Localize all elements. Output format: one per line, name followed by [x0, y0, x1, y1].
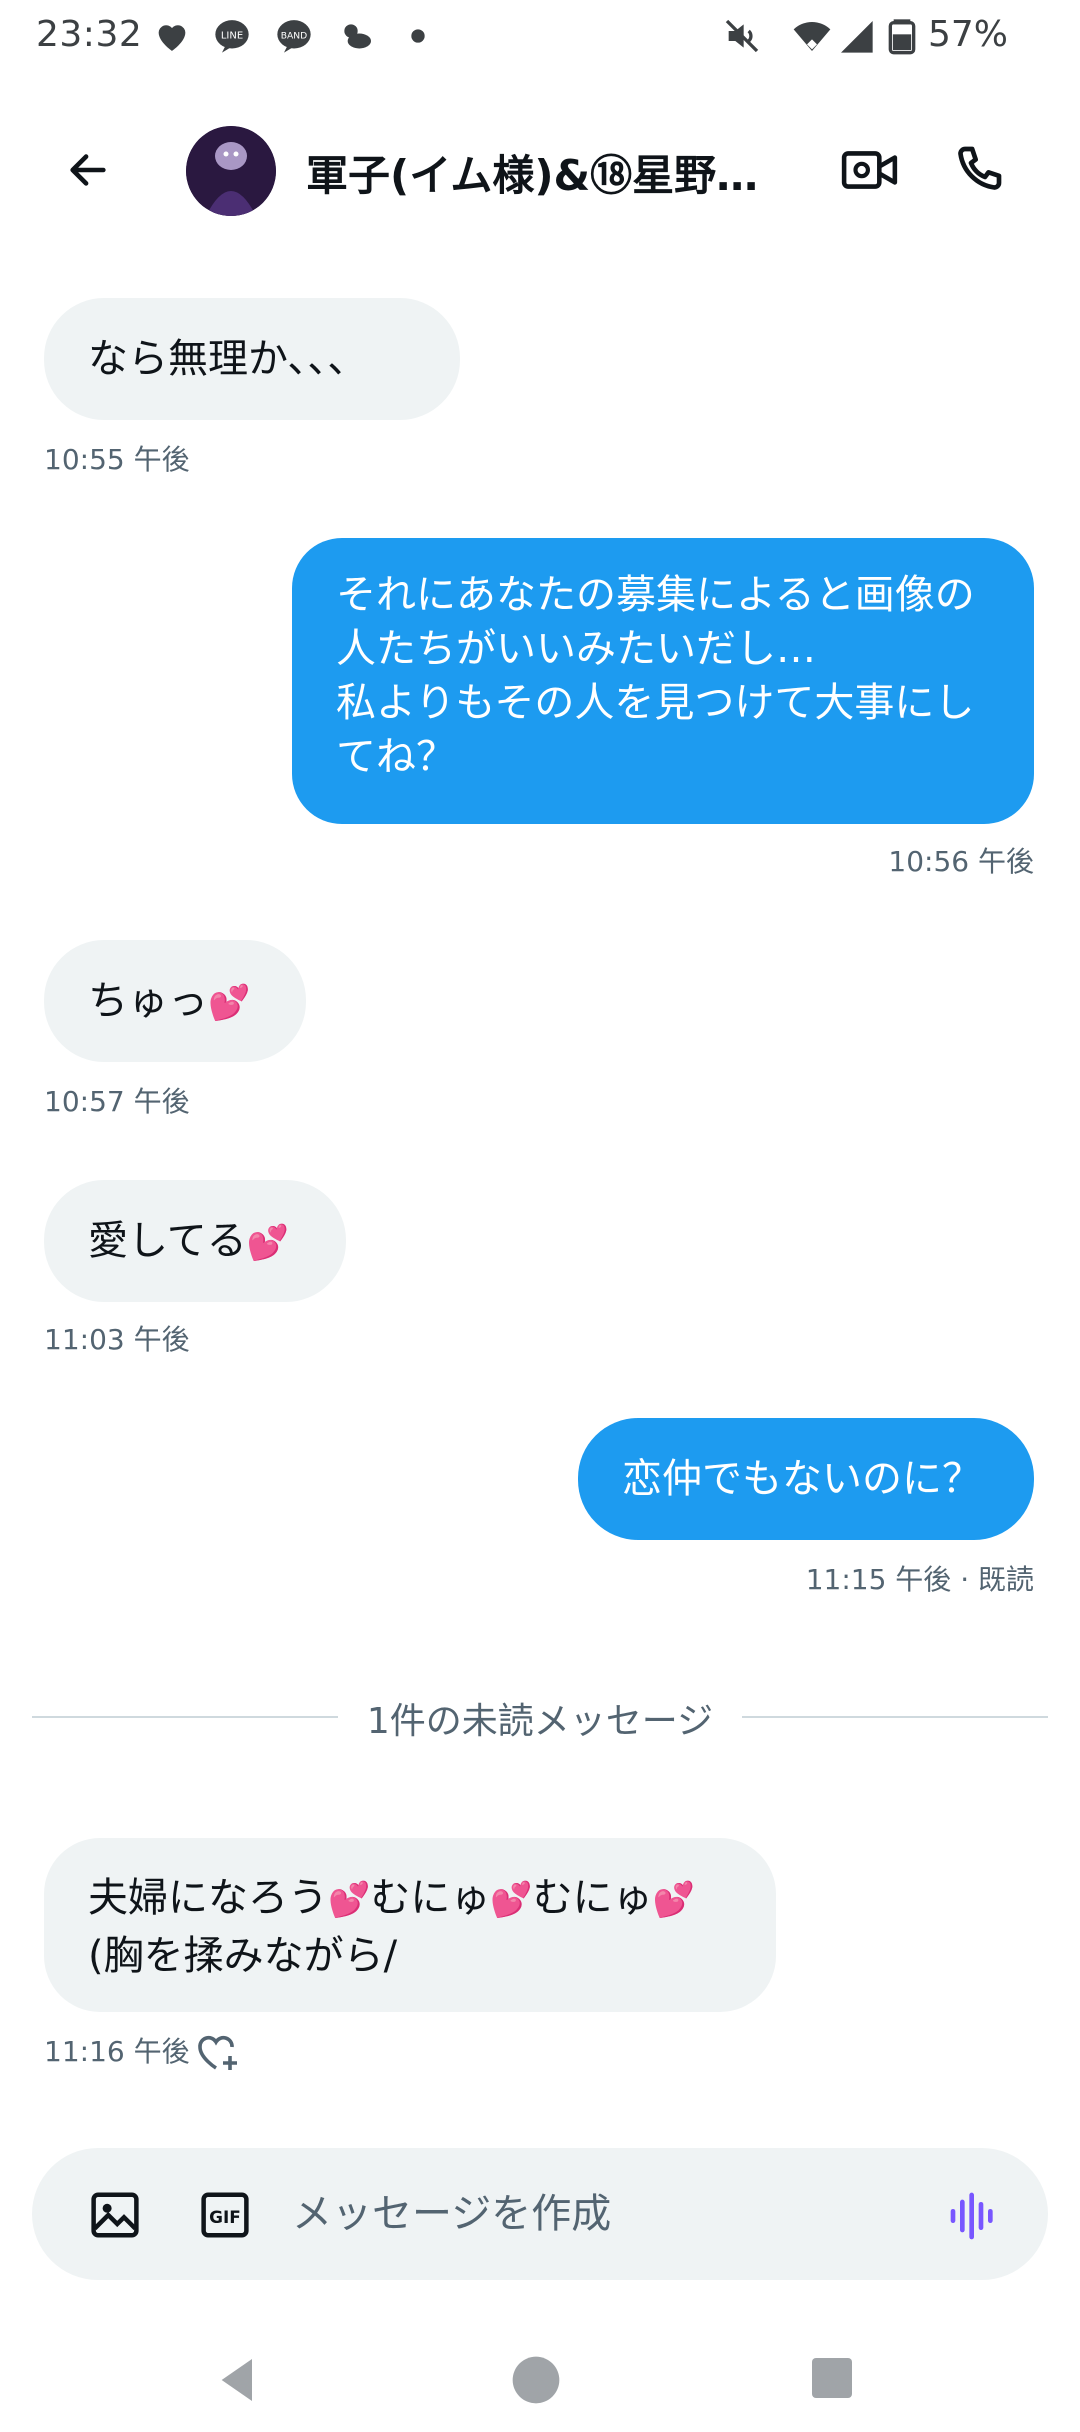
message-text-line: てね？	[336, 734, 456, 780]
message-text: なら無理か、、、	[88, 336, 368, 382]
avatar-image	[186, 126, 276, 216]
message-timestamp: 10:56 午後	[888, 845, 1034, 878]
status-time: 23:32	[36, 14, 143, 55]
message-read-receipt: 11:15 午後 · 既読	[805, 1563, 1034, 1596]
arrow-left-icon	[70, 154, 106, 186]
nav-recents-icon[interactable]	[808, 2354, 856, 2402]
two-hearts-icon: 💕	[652, 1880, 696, 1920]
video-camera-icon	[841, 151, 898, 189]
message-text-line: 夫婦になろう💕むにゅ💕むにゅ💕	[88, 1875, 696, 1921]
unread-divider-label: 1件の未読メッセージ	[366, 1701, 714, 1742]
message-bubble-incoming[interactable]: 夫婦になろう💕むにゅ💕むにゅ💕 (胸を揉みながら/	[44, 1838, 776, 2012]
message-input[interactable]	[292, 2182, 932, 2246]
message-timestamp: 10:55 午後	[44, 443, 190, 476]
voice-call-button[interactable]	[944, 136, 1012, 204]
conversation-name[interactable]: 軍子(イム様)&⑱星野…	[306, 142, 816, 203]
message-bubble-incoming[interactable]: なら無理か、、、	[44, 298, 460, 420]
heart-icon	[158, 25, 186, 51]
message-text: 愛してる	[88, 1218, 247, 1264]
two-hearts-icon: 💕	[246, 1223, 290, 1263]
line-app-icon: LINE	[215, 20, 249, 53]
message-timestamp: 11:03 午後	[44, 1323, 190, 1356]
message-text: 恋仲でもないのに？	[622, 1456, 982, 1502]
message-timestamp: 10:57 午後	[44, 1085, 190, 1118]
message-text-line: (胸を揉みながら/	[88, 1933, 398, 1979]
system-navigation-bar	[0, 2320, 1080, 2432]
add-reaction-heart-icon[interactable]	[192, 2028, 244, 2076]
dot-icon	[411, 29, 425, 43]
weather-icon	[344, 24, 371, 49]
divider-line	[742, 1716, 1048, 1718]
conversation-header: 軍子(イム様)&⑱星野…	[0, 110, 1080, 230]
message-bubble-outgoing[interactable]: それにあなたの募集によると画像の 人たちがいいみたいだし… 私よりもその人を見つ…	[292, 538, 1034, 824]
svg-text:GIF: GIF	[209, 2207, 241, 2227]
wifi-icon	[793, 22, 831, 51]
battery-icon	[888, 19, 916, 55]
signal-icon	[841, 21, 873, 53]
band-app-icon: BAND	[277, 20, 311, 53]
status-bar: 23:32 LINE BAND 57%	[0, 0, 1080, 72]
two-hearts-icon: 💕	[490, 1880, 533, 1920]
message-bubble-incoming[interactable]: 愛してる💕	[44, 1180, 346, 1302]
svg-text:BAND: BAND	[281, 31, 307, 42]
two-hearts-icon: 💕	[328, 1880, 371, 1920]
message-text-line: それにあなたの募集によると画像の	[336, 572, 975, 618]
svg-text:LINE: LINE	[221, 31, 243, 42]
image-icon[interactable]	[88, 2188, 142, 2242]
mute-icon	[725, 19, 759, 53]
message-bubble-outgoing[interactable]: 恋仲でもないのに？	[578, 1418, 1034, 1540]
nav-home-icon[interactable]	[508, 2352, 564, 2408]
back-button[interactable]	[56, 140, 120, 200]
gif-icon[interactable]: GIF	[198, 2188, 252, 2242]
avatar[interactable]	[186, 126, 276, 216]
message-timestamp: 11:16 午後	[44, 2035, 190, 2068]
nav-back-icon[interactable]	[210, 2352, 266, 2408]
message-composer: GIF	[32, 2148, 1048, 2280]
video-call-button[interactable]	[836, 136, 904, 204]
message-text-line: 人たちがいいみたいだし…	[336, 626, 816, 672]
two-hearts-icon: 💕	[208, 983, 251, 1023]
message-text: ちゅっ	[88, 978, 208, 1024]
phone-icon	[958, 146, 1002, 190]
message-text-line: 私よりもその人を見つけて大事にし	[336, 680, 975, 726]
message-bubble-incoming[interactable]: ちゅっ💕	[44, 940, 306, 1062]
voice-message-icon[interactable]	[946, 2188, 1002, 2244]
battery-percent: 57%	[928, 14, 1009, 55]
